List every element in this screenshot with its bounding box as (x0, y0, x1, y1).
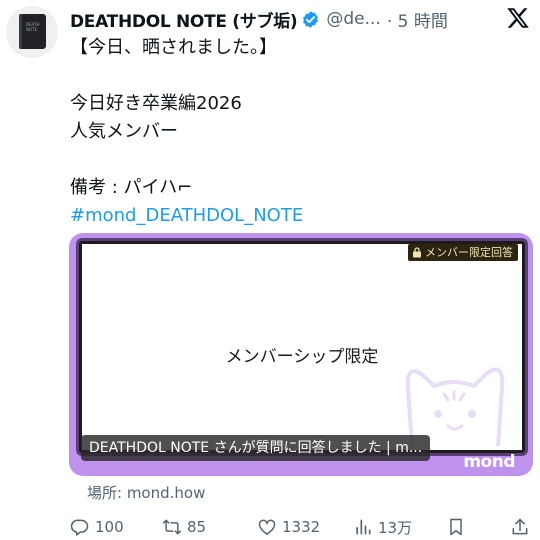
tweet-line: 人気メンバー (70, 121, 178, 142)
card-source[interactable]: 場所: mond.how (87, 482, 205, 503)
members-only-badge: メンバー限定回答 (408, 244, 518, 261)
avatar[interactable]: DEATH NOTE (6, 6, 58, 58)
tweet-line: 今日好き卒業編2026 (70, 93, 242, 114)
mond-logo: mond (463, 452, 515, 472)
card-inner: メンバー限定回答 メンバーシップ限定 (79, 241, 525, 453)
reply-icon (70, 519, 89, 536)
repost-button[interactable]: 85 (162, 514, 206, 540)
display-name[interactable]: DEATHDOL NOTE (サブ垢) (70, 7, 298, 32)
like-button[interactable]: 1332 (257, 514, 320, 540)
hashtag-link[interactable]: #mond_DEATHDOL_NOTE (70, 202, 520, 230)
notebook-icon: DEATH NOTE (19, 14, 46, 49)
like-count: 1332 (282, 518, 321, 536)
tweet-header: DEATHDOL NOTE (サブ垢) @de... · 5 時間 (70, 4, 530, 34)
badge-label: メンバー限定回答 (425, 246, 513, 259)
tweet-text: 【今日、晒されました。】 今日好き卒業編2026 人気メンバー 備考 : パイハ… (70, 34, 520, 230)
like-icon (258, 519, 276, 535)
verified-badge-icon (303, 10, 319, 28)
tweet-line: 【今日、晒されました。】 (70, 37, 277, 58)
views-count: 13万 (378, 518, 413, 537)
reply-button[interactable]: 100 (70, 514, 124, 540)
tweet-line: 備考 : パイハ⌐ (70, 177, 193, 198)
bookmark-button[interactable] (446, 514, 466, 540)
repost-icon (162, 519, 182, 535)
link-card[interactable]: メンバー限定回答 メンバーシップ限定 mond DEATHDOL NOTE さん… (69, 233, 533, 476)
handle[interactable]: @de... (326, 9, 380, 29)
reply-count: 100 (95, 518, 124, 536)
share-button[interactable] (510, 514, 530, 540)
action-bar: 100 85 1332 13万 (70, 514, 535, 540)
timestamp[interactable]: · 5 時間 (387, 7, 448, 32)
cat-watermark-icon (405, 367, 505, 447)
x-logo-icon[interactable] (506, 6, 530, 30)
views-button[interactable]: 13万 (353, 514, 412, 540)
share-icon (512, 518, 528, 535)
avatar-label: DEATH NOTE (26, 22, 40, 32)
bookmark-icon (450, 518, 462, 536)
repost-count: 85 (187, 518, 207, 536)
card-caption[interactable]: DEATHDOL NOTE さんが質問に回答しました | m... (81, 435, 431, 461)
lock-icon (413, 247, 421, 258)
views-icon (356, 519, 371, 535)
